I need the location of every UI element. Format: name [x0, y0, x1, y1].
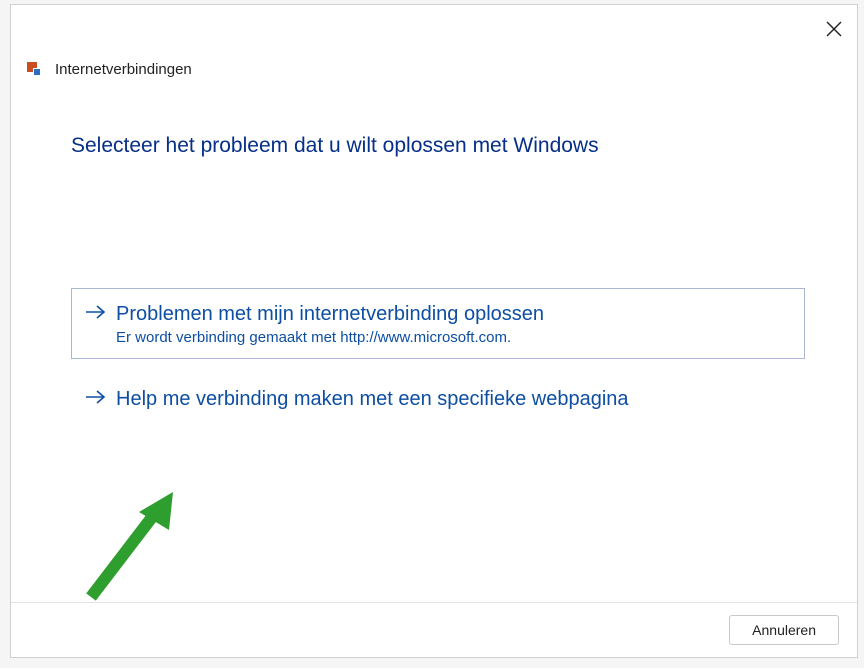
option-specific-webpage[interactable]: Help me verbinding maken met een specifi…	[71, 373, 805, 425]
troubleshooter-icon	[27, 62, 47, 78]
page-heading: Selecteer het probleem dat u wilt oploss…	[71, 134, 805, 158]
arrow-right-icon	[86, 305, 106, 319]
window-title: Internetverbindingen	[55, 61, 192, 78]
option-subtitle: Er wordt verbinding gemaakt met http://w…	[116, 329, 544, 346]
option-text: Problemen met mijn internetverbinding op…	[116, 301, 544, 346]
option-troubleshoot-internet[interactable]: Problemen met mijn internetverbinding op…	[71, 288, 805, 359]
option-title: Problemen met mijn internetverbinding op…	[116, 301, 544, 327]
close-button[interactable]	[825, 20, 843, 38]
footer: Annuleren	[11, 602, 857, 657]
header-row: Internetverbindingen	[11, 53, 857, 94]
arrow-right-icon	[86, 390, 106, 404]
option-text: Help me verbinding maken met een specifi…	[116, 386, 629, 412]
titlebar	[11, 5, 857, 53]
cancel-button[interactable]: Annuleren	[729, 615, 839, 645]
close-icon	[826, 21, 842, 37]
troubleshooter-window: Internetverbindingen Selecteer het probl…	[10, 4, 858, 658]
content-area: Selecteer het probleem dat u wilt oploss…	[11, 94, 857, 602]
option-title: Help me verbinding maken met een specifi…	[116, 386, 629, 412]
